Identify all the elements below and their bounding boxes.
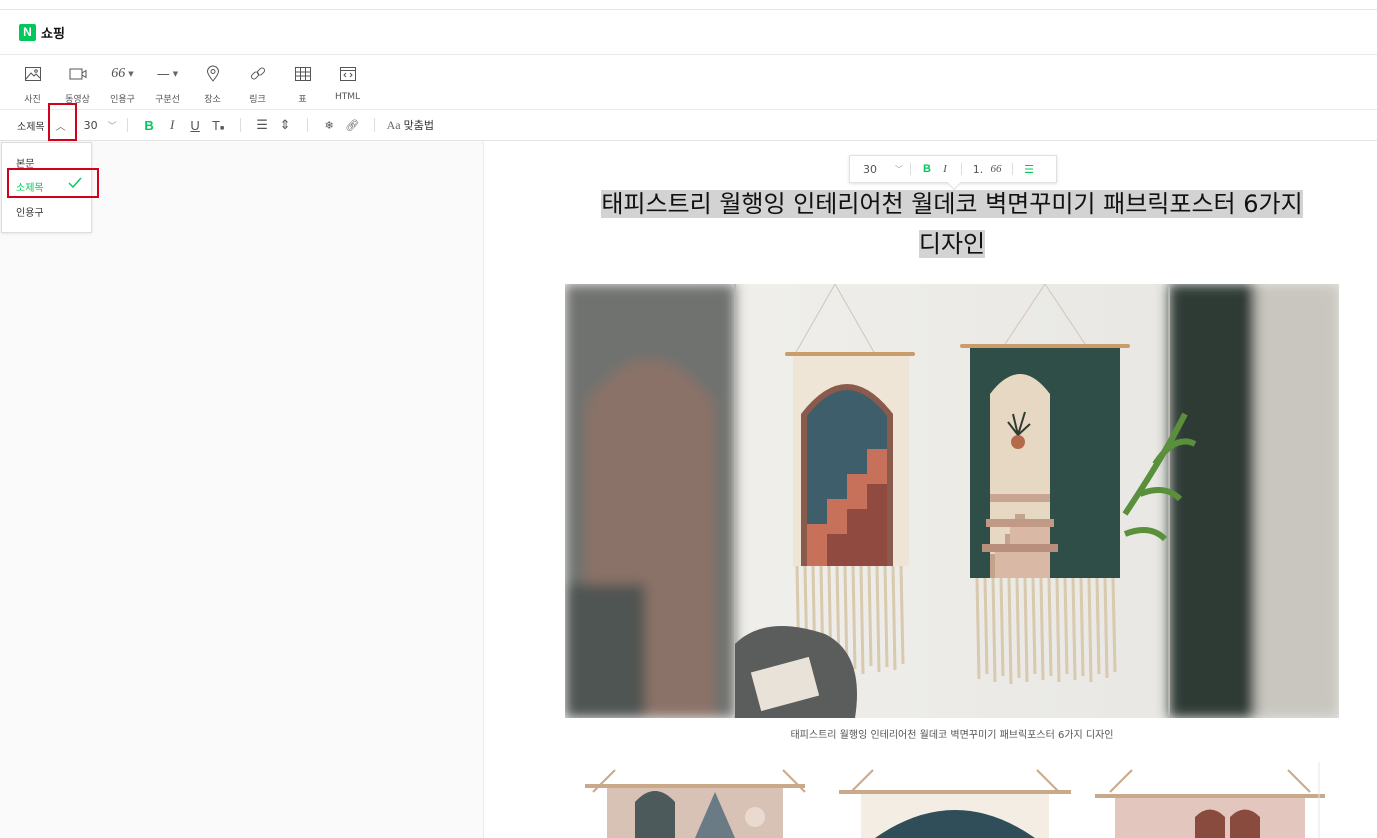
floating-format-toolbar: 30 ﹀ B I 1. 66 ☰ <box>849 155 1057 191</box>
toolbar-separator <box>373 118 375 132</box>
toolbar-quote-button[interactable]: 66 ▼ 인용구 <box>100 60 145 108</box>
heading-line-2: 디자인 <box>918 230 986 258</box>
format-toolbar: 소제목 ︿ 30 ﹀ B I U T■ ☰ ⇕ ❄ 🔗︎ Aa 맞춤법 <box>0 110 1377 140</box>
text-color-button[interactable]: T■ <box>207 118 230 133</box>
product-photo[interactable] <box>565 284 1339 718</box>
product-thumbnails[interactable] <box>565 762 1339 838</box>
spell-check-button[interactable]: Aa 맞춤법 <box>387 117 434 133</box>
quote-icon: 66 <box>111 66 126 81</box>
toolbar-video-label: 동영상 <box>65 95 90 105</box>
brand-name: 쇼핑 <box>41 26 65 42</box>
toolbar-divider-label: 구분선 <box>155 95 180 105</box>
chevron-down-icon: ▼ <box>172 70 179 78</box>
paragraph-style-value[interactable]: 소제목 <box>17 118 45 133</box>
toolbar-separator <box>961 163 962 175</box>
line-height-icon[interactable]: ⇕ <box>274 118 297 133</box>
toolbar-place-button[interactable]: 장소 <box>190 60 235 108</box>
align-center-icon[interactable]: ☰ <box>251 118 274 133</box>
toolbar-table-button[interactable]: 표 <box>280 60 325 108</box>
toolbar-video-button[interactable]: 동영상 <box>55 60 100 108</box>
font-size-value[interactable]: 30 <box>84 119 98 132</box>
toolbar-quote-label: 인용구 <box>110 95 135 105</box>
tapestry-photo-illustration <box>565 284 1339 718</box>
link-icon[interactable]: 🔗︎ <box>341 119 364 132</box>
toolbar-html-label: HTML <box>334 92 361 102</box>
toolbar-table-label: 표 <box>298 95 307 105</box>
left-panel <box>0 141 484 838</box>
thumbnail-illustration <box>565 762 1339 838</box>
naver-logo-icon: N <box>19 23 36 41</box>
float-align-icon[interactable]: ☰ <box>1020 163 1038 176</box>
toolbar-photo-button[interactable]: 사진 <box>10 60 55 108</box>
html-icon <box>339 67 356 81</box>
spell-check-icon: Aa <box>386 117 401 132</box>
float-bold-button[interactable]: B <box>918 163 936 175</box>
video-icon <box>69 68 86 80</box>
toolbar-link-button[interactable]: 링크 <box>235 60 280 108</box>
toolbar-separator <box>306 118 308 132</box>
spell-check-label: 맞춤법 <box>403 119 434 132</box>
chevron-up-icon[interactable]: ︿ <box>48 110 74 140</box>
special-char-icon[interactable]: ❄ <box>318 119 341 132</box>
bold-button[interactable]: B <box>138 118 161 133</box>
insert-toolbar: 사진 동영상 66 ▼ 인용구 — ▼ 구분선 장소 링크 표 HTML <box>10 60 370 108</box>
table-icon <box>294 67 311 81</box>
float-quote-button[interactable]: 66 <box>987 163 1005 175</box>
brand[interactable]: N 쇼핑 <box>19 23 65 42</box>
document-heading[interactable]: 태피스트리 월행잉 인테리어천 월데코 벽면꾸미기 패브릭포스터 6가지 디자인 <box>562 184 1342 264</box>
chevron-down-icon: ▼ <box>128 70 134 78</box>
link-icon <box>250 67 265 80</box>
toolbar-photo-label: 사진 <box>24 95 41 105</box>
checkmark-icon <box>68 177 82 189</box>
toolbar-separator <box>910 163 911 175</box>
toolbar-link-label: 링크 <box>249 95 266 105</box>
header-divider <box>0 54 1377 55</box>
italic-button[interactable]: I <box>161 117 184 133</box>
toolbar-separator <box>1012 163 1013 175</box>
style-option-body[interactable]: 본문 <box>16 155 34 170</box>
toolbar-separator <box>239 118 241 132</box>
chevron-down-icon[interactable]: ﹀ <box>108 119 117 132</box>
float-italic-button[interactable]: I <box>936 163 954 175</box>
image-caption[interactable]: 태피스트리 월행잉 인테리어천 월데코 벽면꾸미기 패브릭포스터 6가지 디자인 <box>565 726 1339 741</box>
style-option-subtitle[interactable]: 소제목 <box>16 179 44 194</box>
photo-icon <box>24 67 41 81</box>
paragraph-style-dropdown: 본문 소제목 인용구 <box>1 142 92 233</box>
underline-button[interactable]: U <box>184 118 207 133</box>
float-list-button[interactable]: 1. <box>969 163 987 176</box>
divider-icon: — <box>156 66 170 82</box>
place-icon <box>206 65 219 82</box>
top-divider <box>0 9 1377 10</box>
chevron-down-icon[interactable]: ﹀ <box>895 164 903 175</box>
float-size-value[interactable]: 30 <box>863 163 877 176</box>
style-option-quote[interactable]: 인용구 <box>16 204 44 219</box>
heading-line-1: 태피스트리 월행잉 인테리어천 월데코 벽면꾸미기 패브릭포스터 6가지 <box>601 190 1303 218</box>
toolbar-html-button[interactable]: HTML <box>325 60 370 108</box>
toolbar-separator <box>126 118 128 132</box>
toolbar-place-label: 장소 <box>204 95 221 105</box>
toolbar-divider-button[interactable]: — ▼ 구분선 <box>145 60 190 108</box>
